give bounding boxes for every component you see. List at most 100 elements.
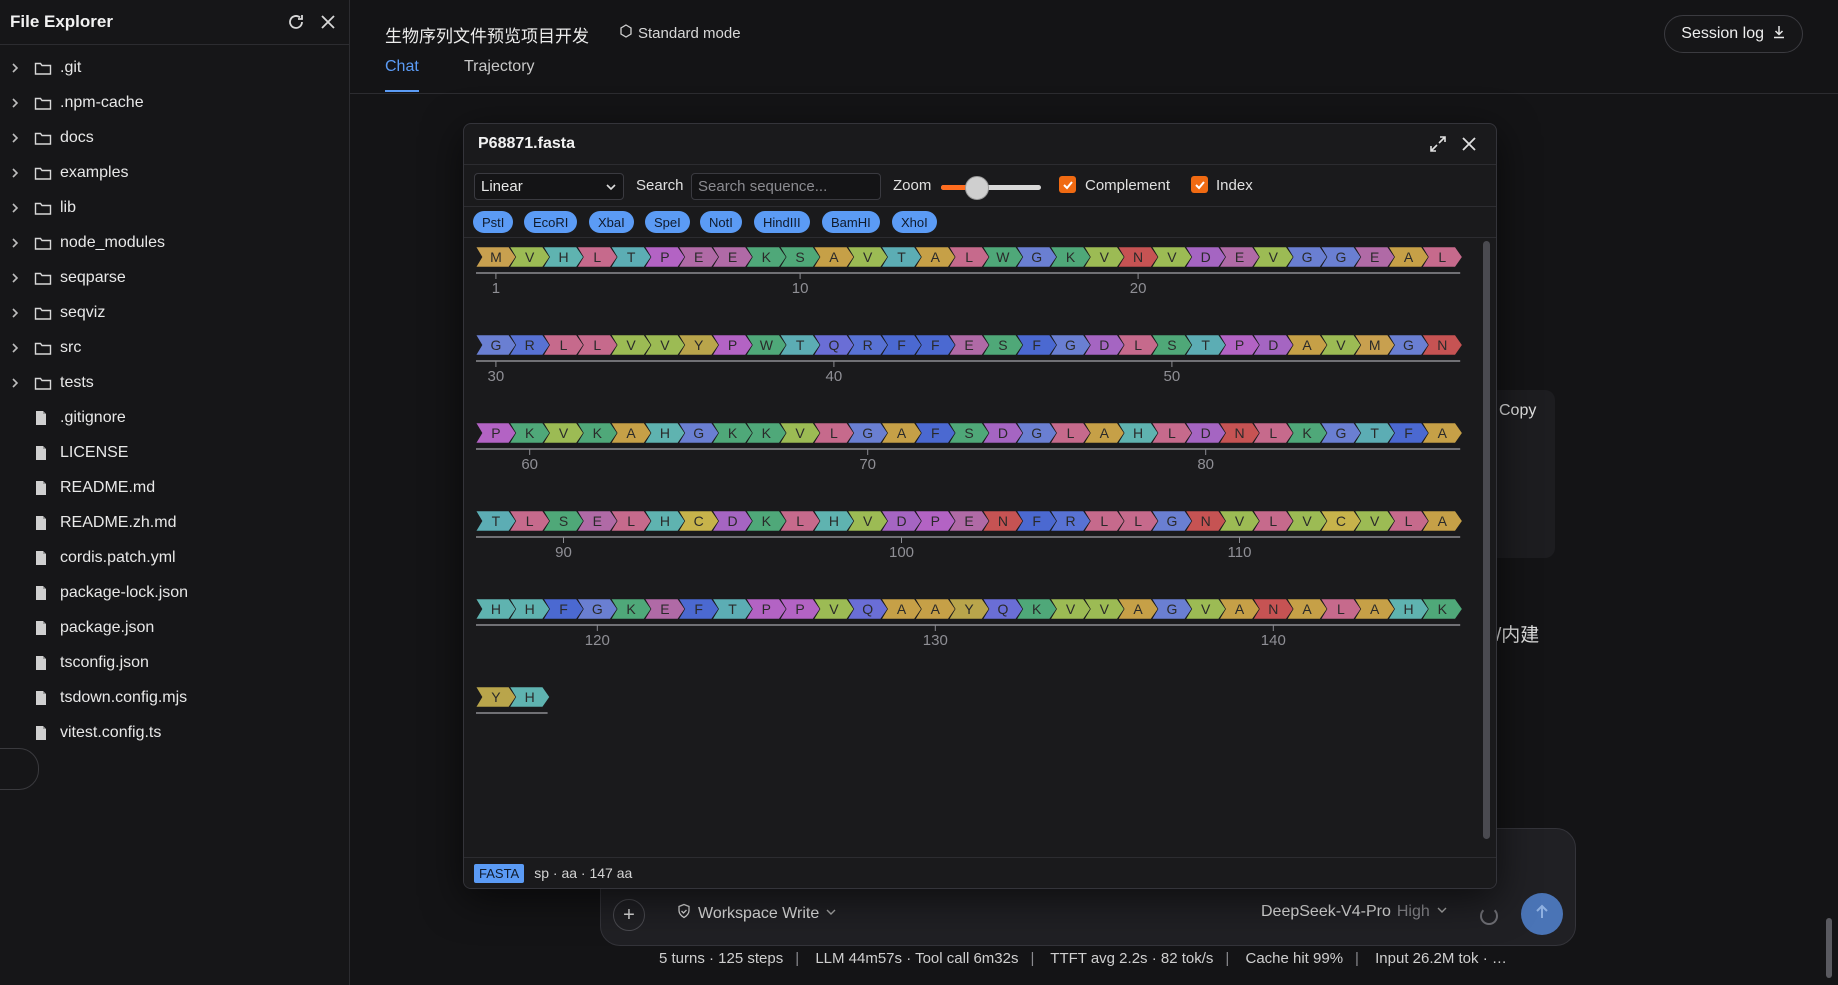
amino-acid-letter: Q xyxy=(862,601,873,617)
amino-acid-letter: P xyxy=(1235,337,1244,353)
mode-indicator[interactable]: Standard mode xyxy=(619,24,741,42)
enzyme-chip[interactable]: HindIII xyxy=(754,211,810,233)
index-label: 10 xyxy=(792,280,809,297)
amino-acid-letter: V xyxy=(1370,513,1380,529)
amino-acid-letter: W xyxy=(996,249,1010,265)
enzyme-chip[interactable]: XhoI xyxy=(892,211,937,233)
tree-folder[interactable]: tests xyxy=(0,365,349,400)
amino-acid-letter: H xyxy=(525,601,535,617)
sequence-scrollbar[interactable] xyxy=(1483,241,1490,839)
amino-acid-letter: A xyxy=(1438,513,1448,529)
index-label: 30 xyxy=(488,368,505,385)
amino-acid-letter: A xyxy=(626,425,636,441)
file-icon xyxy=(34,584,52,602)
close-icon[interactable] xyxy=(317,11,339,33)
tree-folder[interactable]: .npm-cache xyxy=(0,85,349,120)
tree-file[interactable]: tsdown.config.mjs xyxy=(0,680,349,715)
tree-item-label: tests xyxy=(60,373,94,391)
tab-chat[interactable]: Chat xyxy=(385,58,419,92)
model-name: DeepSeek-V4-Pro xyxy=(1261,903,1391,920)
amino-acid-letter: F xyxy=(931,425,940,441)
amino-acid-letter: D xyxy=(1099,337,1109,353)
sidebar-collapse-handle[interactable] xyxy=(0,748,39,790)
session-log-button[interactable]: Session log xyxy=(1664,15,1803,53)
viewer-toolbar: Linear Search Zoom Complement Index xyxy=(464,165,1496,207)
session-log-label: Session log xyxy=(1681,25,1764,42)
tree-file[interactable]: LICENSE xyxy=(0,435,349,470)
tree-file[interactable]: package-lock.json xyxy=(0,575,349,610)
amino-acid-letter: K xyxy=(762,513,772,529)
copy-button[interactable]: Copy xyxy=(1499,402,1536,420)
tree-item-label: vitest.config.ts xyxy=(60,723,162,741)
amino-acid-letter: H xyxy=(660,425,670,441)
view-mode-select[interactable]: Linear xyxy=(474,173,624,200)
tree-item-label: tsconfig.json xyxy=(60,653,149,671)
amino-acid-letter: Y xyxy=(491,689,501,705)
amino-acid-letter: N xyxy=(1268,601,1278,617)
amino-acid-letter: W xyxy=(760,337,774,353)
stat-turns: 5 turns · 125 steps xyxy=(659,950,784,967)
tree-item-label: LICENSE xyxy=(60,443,129,461)
search-label: Search xyxy=(636,177,684,194)
tree-file[interactable]: cordis.patch.yml xyxy=(0,540,349,575)
tree-file[interactable]: README.md xyxy=(0,470,349,505)
tree-file[interactable]: README.zh.md xyxy=(0,505,349,540)
add-attachment-button[interactable]: + xyxy=(613,899,645,931)
tree-item-label: README.zh.md xyxy=(60,513,177,531)
tree-folder[interactable]: src xyxy=(0,330,349,365)
tab-trajectory[interactable]: Trajectory xyxy=(464,58,535,90)
close-icon[interactable] xyxy=(1458,133,1480,155)
chevron-right-icon xyxy=(9,97,21,109)
enzyme-chip[interactable]: XbaI xyxy=(589,211,634,233)
enzyme-chip[interactable]: NotI xyxy=(700,211,742,233)
file-icon xyxy=(34,654,52,672)
tree-folder[interactable]: examples xyxy=(0,155,349,190)
tree-item-label: node_modules xyxy=(60,233,165,251)
enzyme-chip[interactable]: PstI xyxy=(473,211,514,233)
refresh-icon[interactable] xyxy=(285,11,307,33)
tree-folder[interactable]: .git xyxy=(0,50,349,85)
expand-icon[interactable] xyxy=(1427,133,1449,155)
send-button[interactable] xyxy=(1521,893,1563,935)
file-explorer-header: File Explorer xyxy=(0,0,349,45)
amino-acid-letter: L xyxy=(1134,337,1142,353)
amino-acid-letter: A xyxy=(1235,601,1245,617)
amino-acid-letter: A xyxy=(1370,601,1380,617)
amino-acid-letter: T xyxy=(897,249,906,265)
complement-checkbox[interactable] xyxy=(1059,176,1076,193)
tree-folder[interactable]: node_modules xyxy=(0,225,349,260)
tree-file[interactable]: .gitignore xyxy=(0,400,349,435)
enzyme-chip[interactable]: BamHI xyxy=(822,211,880,233)
amino-acid-letter: L xyxy=(1100,513,1108,529)
workspace-permission-button[interactable]: Workspace Write xyxy=(676,903,837,924)
tree-file[interactable]: vitest.config.ts xyxy=(0,715,349,750)
model-selector[interactable]: DeepSeek-V4-Pro High xyxy=(1261,903,1448,921)
tree-file[interactable]: tsconfig.json xyxy=(0,645,349,680)
enzyme-chip[interactable]: SpeI xyxy=(645,211,690,233)
folder-icon xyxy=(34,94,52,112)
zoom-label: Zoom xyxy=(893,177,932,194)
amino-acid-letter: A xyxy=(1404,249,1414,265)
index-label: 140 xyxy=(1261,632,1286,649)
file-icon xyxy=(34,689,52,707)
amino-acid-letter: G xyxy=(1065,337,1076,353)
tree-file[interactable]: package.json xyxy=(0,610,349,645)
search-input[interactable] xyxy=(691,173,881,200)
tree-folder[interactable]: seqviz xyxy=(0,295,349,330)
zoom-slider-thumb[interactable] xyxy=(965,176,989,200)
tree-folder[interactable]: docs xyxy=(0,120,349,155)
amino-acid-letter: N xyxy=(1201,513,1211,529)
amino-acid-letter: V xyxy=(1066,601,1076,617)
enzyme-chip[interactable]: EcoRI xyxy=(524,211,578,233)
tree-folder[interactable]: lib xyxy=(0,190,349,225)
amino-acid-letter: A xyxy=(897,601,907,617)
file-explorer-panel: File Explorer .git .npm-cache docs examples… xyxy=(0,0,350,985)
tree-folder[interactable]: seqparse xyxy=(0,260,349,295)
amino-acid-letter: T xyxy=(627,249,636,265)
zoom-slider[interactable] xyxy=(941,176,1041,200)
index-checkbox[interactable] xyxy=(1191,176,1208,193)
mode-icon xyxy=(619,24,633,42)
file-icon xyxy=(34,479,52,497)
amino-acid-letter: L xyxy=(1067,425,1075,441)
chat-scrollbar[interactable] xyxy=(1826,918,1832,978)
